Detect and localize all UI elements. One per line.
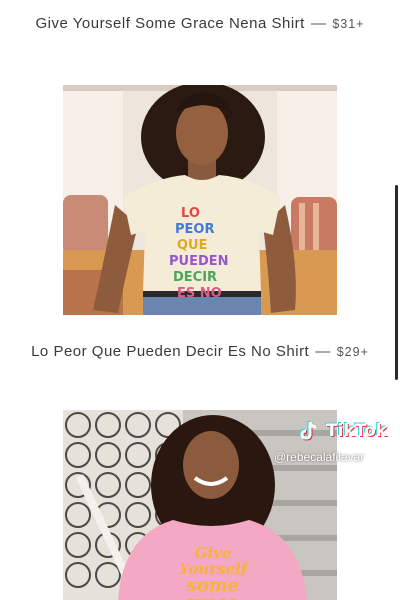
product-price: $29+ <box>336 345 369 359</box>
photo-illustration: LO PEOR QUE PUEDEN DECIR ES NO <box>63 85 337 315</box>
product-caption-lo-peor-shirt[interactable]: Lo Peor Que Pueden Decir Es No Shirt — $29… <box>0 343 400 360</box>
tiktok-brand-text: TikTok <box>326 421 388 441</box>
creator-handle: @rebecalafilavar <box>274 450 365 464</box>
product-photo-grace-shirt[interactable]: Give Yourself some grace, <box>63 410 337 600</box>
separator: — <box>315 343 331 360</box>
product-price: $31+ <box>332 17 365 31</box>
photo-illustration: Give Yourself some grace, <box>63 410 337 600</box>
print-line-2: PEOR <box>175 222 214 237</box>
product-caption-grace-shirt[interactable]: Give Yourself Some Grace Nena Shirt — $31+ <box>0 15 400 32</box>
product-photo-lo-peor-shirt[interactable]: LO PEOR QUE PUEDEN DECIR ES NO <box>63 85 337 315</box>
print-line-4: PUEDEN <box>169 254 229 269</box>
scrollbar-thumb[interactable] <box>395 185 398 380</box>
tiktok-logo-icon <box>298 420 320 442</box>
print-line-3: QUE <box>177 238 208 253</box>
print-line-4: grace, <box>182 592 244 600</box>
product-title[interactable]: Lo Peor Que Pueden Decir Es No Shirt <box>31 343 309 360</box>
product-title[interactable]: Give Yourself Some Grace Nena Shirt <box>36 15 305 32</box>
print-line-5: DECIR <box>173 270 217 285</box>
print-line-1: LO <box>181 206 200 221</box>
print-line-6: ES NO <box>177 286 222 301</box>
separator: — <box>310 15 327 32</box>
